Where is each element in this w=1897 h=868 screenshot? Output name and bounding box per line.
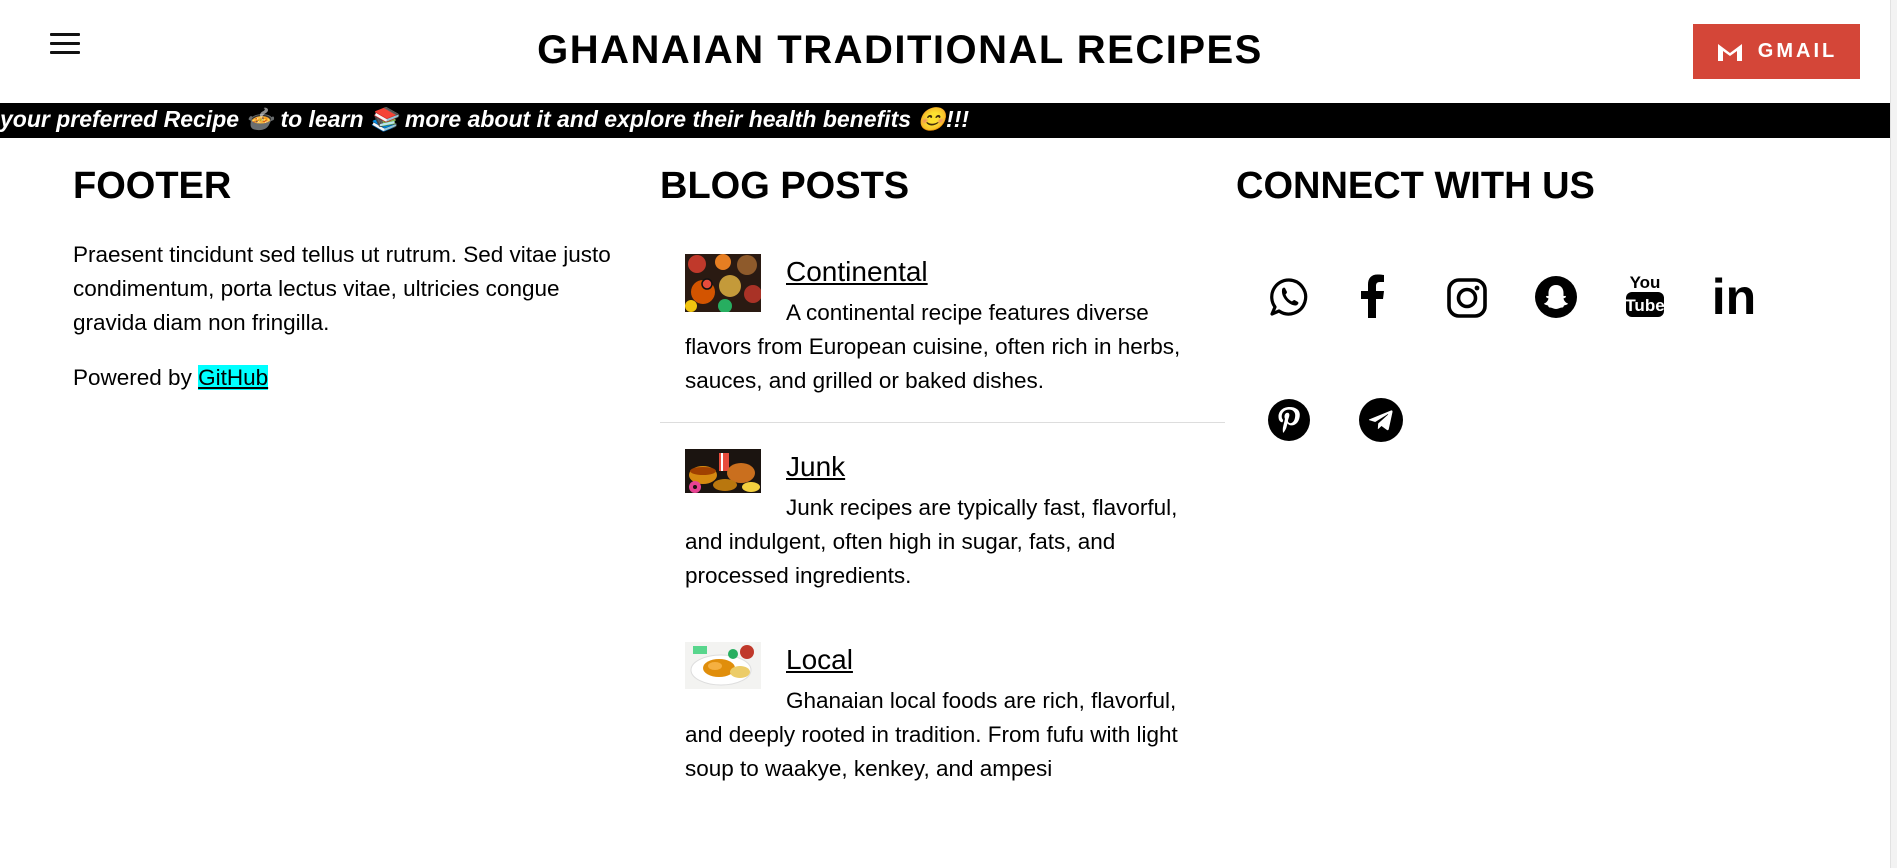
pinterest-icon[interactable] (1265, 396, 1313, 444)
junk-thumbnail[interactable] (685, 449, 761, 493)
instagram-icon[interactable] (1443, 274, 1491, 322)
gmail-button[interactable]: GMAIL (1693, 24, 1860, 79)
blog-posts-heading: BLOG POSTS (660, 165, 910, 207)
gmail-label: GMAIL (1757, 40, 1838, 62)
marquee-text: your preferred Recipe 🍲 to learn 📚 more … (0, 106, 970, 132)
youtube-bottom-text: Tube (1625, 296, 1664, 315)
snapchat-icon[interactable] (1532, 273, 1580, 321)
site-header: GHANAIAN TRADITIONAL RECIPES GMAIL (0, 0, 1897, 103)
linkedin-icon[interactable]: in (1710, 272, 1758, 320)
local-thumbnail[interactable] (685, 642, 761, 689)
whatsapp-icon[interactable] (1265, 273, 1313, 321)
gmail-icon (1717, 43, 1742, 61)
announcement-marquee: your preferred Recipe 🍲 to learn 📚 more … (0, 103, 1890, 138)
post-title-continental[interactable]: Continental (786, 256, 928, 288)
post-divider (660, 422, 1225, 423)
powered-by: Powered by GitHub (73, 365, 269, 391)
post-desc-local: Ghanaian local foods are rich, flavorful… (685, 688, 1178, 781)
page-scrollbar[interactable] (1890, 0, 1897, 868)
telegram-icon[interactable] (1357, 396, 1405, 444)
facebook-icon[interactable] (1348, 272, 1396, 320)
connect-heading: CONNECT WITH US (1236, 165, 1595, 207)
post-title-junk[interactable]: Junk (786, 451, 845, 483)
github-link[interactable]: GitHub (198, 365, 269, 390)
footer-text: Praesent tincidunt sed tellus ut rutrum.… (73, 242, 611, 335)
youtube-top-text: You (1630, 273, 1661, 292)
post-title-local[interactable]: Local (786, 644, 853, 676)
youtube-icon[interactable]: You Tube (1621, 272, 1669, 320)
post-desc-continental: A continental recipe features diverse fl… (685, 300, 1181, 393)
footer-heading: FOOTER (73, 165, 232, 207)
linkedin-text: in (1712, 273, 1756, 319)
site-title: GHANAIAN TRADITIONAL RECIPES (537, 28, 1263, 72)
powered-by-prefix: Powered by (73, 365, 192, 390)
post-desc-junk: Junk recipes are typically fast, flavorf… (685, 495, 1178, 588)
